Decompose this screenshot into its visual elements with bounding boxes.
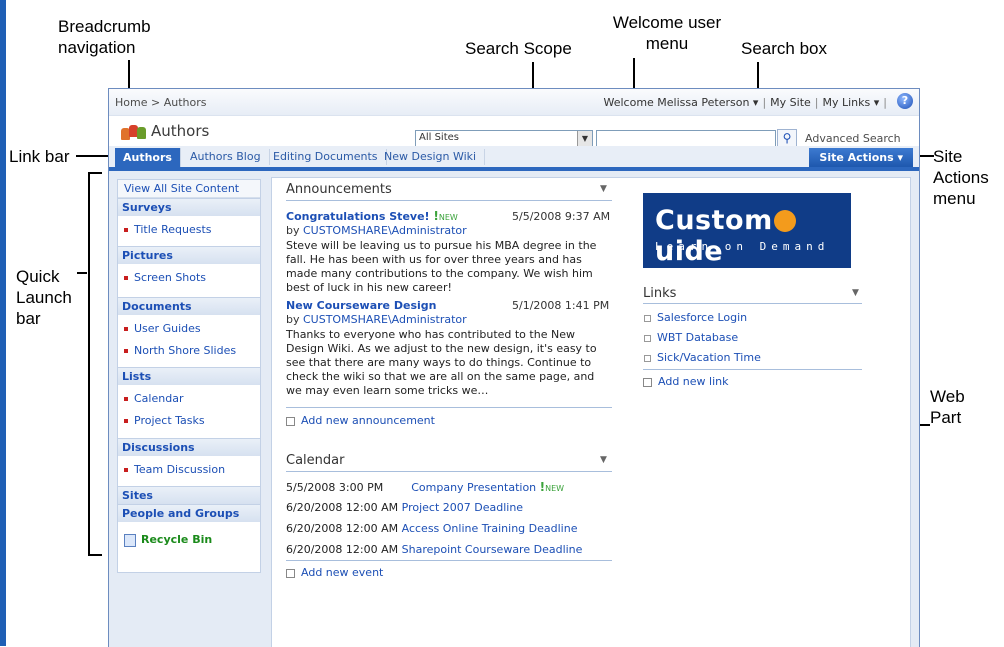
divider [286,200,612,201]
announcement-date: 5/5/2008 9:37 AM [512,210,611,223]
divider [286,560,612,561]
calendar-event: 6/20/2008 12:00 AM Sharepoint Courseware… [286,543,583,556]
chevron-down-icon[interactable]: ▼ [600,455,607,465]
link-sick-vacation-time[interactable]: Sick/Vacation Time [644,351,761,364]
tab-authors[interactable]: Authors [115,148,181,167]
callout-bracket [88,172,90,556]
divider [643,369,862,370]
search-scope-select[interactable]: All Sites ▼ [415,130,593,147]
link-bar: Authors Authors Blog Editing Documents N… [109,146,919,171]
calendar-title[interactable]: Calendar [286,453,344,468]
add-icon [286,568,295,578]
view-all-site-content-link[interactable]: View All Site Content [118,180,260,198]
announcement-author: by CUSTOMSHARE\Administrator [286,224,467,237]
event-link[interactable]: Access Online Training Deadline [402,522,578,535]
ql-heading-surveys[interactable]: Surveys [118,198,260,216]
announcements-title[interactable]: Announcements [286,182,392,197]
help-icon[interactable]: ? [897,93,913,109]
sharepoint-window: Home > Authors Welcome Melissa Peterson … [108,88,920,647]
page-body: View All Site Content Surveys Title Requ… [109,171,919,647]
add-icon [286,416,295,426]
callout-line [77,272,87,274]
add-new-event-link[interactable]: Add new event [286,566,383,579]
search-scope-value: All Sites [419,132,459,143]
callout-quick-launch: Quick Launch bar [16,267,72,328]
links-title[interactable]: Links [643,286,676,301]
announcement-title[interactable]: New Courseware Design [286,299,436,312]
announcement-body: Thanks to everyone who has contributed t… [286,328,597,397]
tab-authors-blog[interactable]: Authors Blog [182,149,270,165]
ql-heading-documents[interactable]: Documents [118,297,260,315]
ql-item-calendar[interactable]: Calendar [124,392,183,405]
site-title[interactable]: Authors [151,122,209,140]
breadcrumb[interactable]: Home > Authors [115,96,206,109]
ql-item-north-shore-slides[interactable]: North Shore Slides [124,344,236,357]
ql-heading-sites[interactable]: Sites [118,486,260,504]
ql-item-screen-shots[interactable]: Screen Shots [124,271,206,284]
welcome-user-menu[interactable]: Welcome Melissa Peterson ▾ [603,96,758,109]
customguide-logo: Customuide Learn on Demand [643,193,851,268]
callout-bracket [88,172,102,174]
divider [643,303,862,304]
announcement-date: 5/1/2008 1:41 PM [512,299,610,312]
add-icon [643,377,652,387]
callout-search-scope: Search Scope [465,39,572,58]
ql-item-title-requests[interactable]: Title Requests [124,223,211,236]
chevron-down-icon[interactable]: ▼ [577,131,592,146]
chevron-down-icon[interactable]: ▼ [852,288,859,298]
main-content: Announcements ▼ Congratulations Steve! !… [271,177,911,647]
tab-new-design-wiki[interactable]: New Design Wiki [376,149,486,165]
left-accent-strip [0,0,6,646]
author-link[interactable]: CUSTOMSHARE\Administrator [303,224,467,237]
chevron-down-icon[interactable]: ▼ [600,184,607,194]
callout-web-part: Web Part [930,387,965,427]
ql-heading-people-and-groups[interactable]: People and Groups [118,504,260,522]
calendar-event: 5/5/2008 3:00 PM Company Presentation !NE… [286,480,565,494]
divider [286,471,612,472]
ql-item-team-discussion[interactable]: Team Discussion [124,463,225,476]
ql-heading-pictures[interactable]: Pictures [118,246,260,264]
site-people-icon [121,123,147,141]
ql-item-project-tasks[interactable]: Project Tasks [124,414,205,427]
advanced-search-link[interactable]: Advanced Search [805,132,901,145]
recycle-bin-icon [124,533,136,547]
link-wbt-database[interactable]: WBT Database [644,331,738,344]
add-new-link[interactable]: Add new link [643,375,728,388]
callout-breadcrumb: Breadcrumb navigation [58,17,151,57]
announcement-title[interactable]: Congratulations Steve! !NEW [286,209,458,223]
divider [286,407,612,408]
event-link[interactable]: Company Presentation [411,481,536,494]
ql-heading-discussions[interactable]: Discussions [118,438,260,456]
recycle-bin-link[interactable]: Recycle Bin [124,533,212,547]
new-badge: !NEW [539,480,565,494]
callout-search-box: Search box [741,39,827,58]
title-row: Authors All Sites ▼ ⚲ Advanced Search [109,116,919,148]
quick-launch: View All Site Content Surveys Title Requ… [117,179,261,573]
ql-heading-lists[interactable]: Lists [118,367,260,385]
link-salesforce-login[interactable]: Salesforce Login [644,311,747,324]
callout-welcome-menu: Welcome user menu [612,13,722,53]
top-bar: Home > Authors Welcome Melissa Peterson … [109,89,919,116]
site-actions-menu[interactable]: Site Actions ▾ [809,148,913,167]
my-links-menu[interactable]: My Links ▾ [823,96,880,109]
my-site-link[interactable]: My Site [770,96,811,109]
add-new-announcement-link[interactable]: Add new announcement [286,414,435,427]
new-badge: !NEW [433,209,458,223]
logo-circle-icon [773,210,796,232]
announcement-author: by CUSTOMSHARE\Administrator [286,313,467,326]
announcement-body: Steve will be leaving us to pursue his M… [286,239,597,294]
event-link[interactable]: Project 2007 Deadline [402,501,523,514]
top-links: Welcome Melissa Peterson ▾ | My Site | My Li… [603,96,887,109]
callout-link-bar: Link bar [9,147,70,166]
tab-editing-documents[interactable]: Editing Documents [265,149,387,165]
calendar-event: 6/20/2008 12:00 AM Access Online Trainin… [286,522,578,535]
author-link[interactable]: CUSTOMSHARE\Administrator [303,313,467,326]
callout-bracket [88,554,102,556]
callout-site-actions: Site Actions menu [933,147,989,208]
ql-item-user-guides[interactable]: User Guides [124,322,201,335]
event-link[interactable]: Sharepoint Courseware Deadline [402,543,583,556]
calendar-event: 6/20/2008 12:00 AM Project 2007 Deadline [286,501,524,514]
search-input[interactable] [596,130,776,147]
